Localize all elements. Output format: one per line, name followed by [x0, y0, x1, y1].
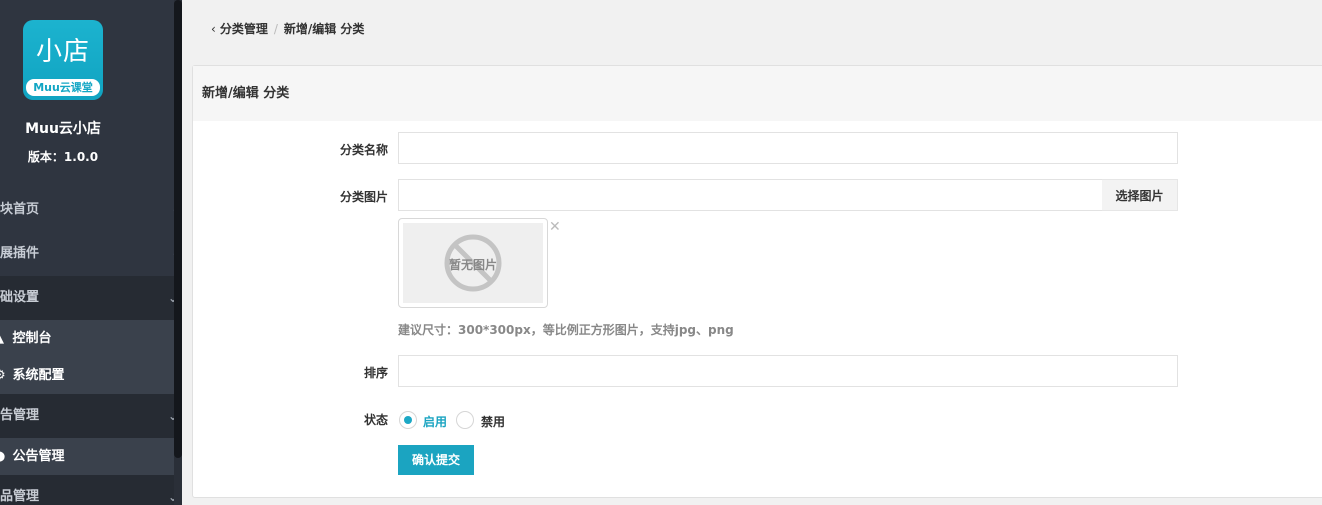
app-name: Muu云小店: [25, 121, 101, 137]
category-name-label: 分类名称: [339, 143, 388, 157]
status-disabled-label[interactable]: 禁用: [481, 413, 505, 430]
no-image-placeholder: 暂无图片: [403, 223, 543, 303]
dashboard-icon: ▲: [0, 320, 8, 357]
category-image-label: 分类图片: [339, 190, 388, 204]
choose-image-button[interactable]: 选择图片: [1102, 179, 1178, 211]
sidebar-group-label: 模块首页: [0, 202, 40, 217]
sidebar-group-label: 扩展插件: [0, 246, 40, 261]
logo-badge: Muu云课堂: [26, 79, 100, 96]
remove-image-icon[interactable]: ✕: [549, 219, 561, 235]
sidebar-group-label: 公告管理: [0, 408, 40, 423]
sidebar-item-system-config[interactable]: ⚙ 系统配置: [0, 357, 174, 394]
sidebar-scrollbar[interactable]: [174, 0, 182, 505]
sidebar-group-products[interactable]: 商品管理 ⌄: [0, 475, 174, 505]
sidebar-group-extensions[interactable]: 扩展插件 ‹: [0, 232, 174, 276]
sort-label: 排序: [363, 366, 388, 380]
sidebar-item-dashboard[interactable]: ▲ 控制台: [0, 320, 174, 357]
panel-title: 新增/编辑 分类: [193, 66, 1322, 121]
sidebar-group-notice[interactable]: 公告管理 ⌄: [0, 394, 174, 438]
app-version: 版本：1.0.0: [27, 150, 99, 164]
logo-text: 小店: [35, 37, 90, 67]
status-enabled-label[interactable]: 启用: [423, 413, 447, 430]
back-icon[interactable]: ‹: [211, 22, 216, 36]
topbar: ‹ 分类管理 / 新增/编辑 分类: [182, 0, 1322, 57]
sidebar-group-module-home[interactable]: 模块首页 ‹: [0, 188, 174, 232]
image-size-hint: 建议尺寸：300*300px，等比例正方形图片，支持jpg、png: [398, 323, 734, 337]
image-preview: 暂无图片: [398, 218, 548, 308]
gear-icon: ⚙: [0, 357, 8, 394]
status-enabled-radio[interactable]: [399, 411, 417, 429]
submit-button[interactable]: 确认提交: [398, 445, 474, 475]
scrollbar-thumb[interactable]: [174, 0, 182, 458]
status-label: 状态: [363, 413, 388, 427]
sidebar-item-label: 公告管理: [12, 449, 65, 464]
category-image-input[interactable]: [398, 179, 1103, 211]
sidebar-menu: 模块首页 ‹ 扩展插件 ‹ 基础设置 ⌄ ▲ 控制台 ⚙ 系统配置: [0, 188, 174, 505]
breadcrumb: ‹ 分类管理 / 新增/编辑 分类: [211, 20, 364, 37]
notice-icon: ●: [0, 438, 8, 475]
sidebar: 小店 Muu云课堂 Muu云小店 版本：1.0.0 模块首页 ‹ 扩展插件 ‹ …: [0, 0, 174, 505]
sidebar-item-label: 系统配置: [12, 368, 65, 383]
no-image-text: 暂无图片: [448, 258, 497, 272]
sidebar-item-notice-manage[interactable]: ● 公告管理: [0, 438, 174, 475]
sidebar-group-label: 商品管理: [0, 489, 40, 504]
breadcrumb-separator: /: [273, 22, 278, 36]
form-panel: 新增/编辑 分类 分类名称 分类图片 选择图片 暂无图片 ✕ 建议尺寸：300*…: [192, 65, 1322, 498]
breadcrumb-parent[interactable]: 分类管理: [220, 22, 268, 36]
submenu-notice: ● 公告管理: [0, 438, 174, 475]
submenu-basic-settings: ▲ 控制台 ⚙ 系统配置: [0, 320, 174, 394]
category-name-input[interactable]: [398, 132, 1178, 164]
app-root: 小店 Muu云课堂 Muu云小店 版本：1.0.0 模块首页 ‹ 扩展插件 ‹ …: [0, 0, 1322, 505]
sidebar-group-label: 基础设置: [0, 290, 40, 305]
status-disabled-radio[interactable]: [456, 411, 474, 429]
breadcrumb-current: 新增/编辑 分类: [283, 22, 365, 36]
sidebar-item-label: 控制台: [12, 331, 52, 346]
sidebar-group-basic-settings[interactable]: 基础设置 ⌄: [0, 276, 174, 320]
app-logo: 小店 Muu云课堂: [23, 20, 103, 100]
sort-input[interactable]: [398, 355, 1178, 387]
